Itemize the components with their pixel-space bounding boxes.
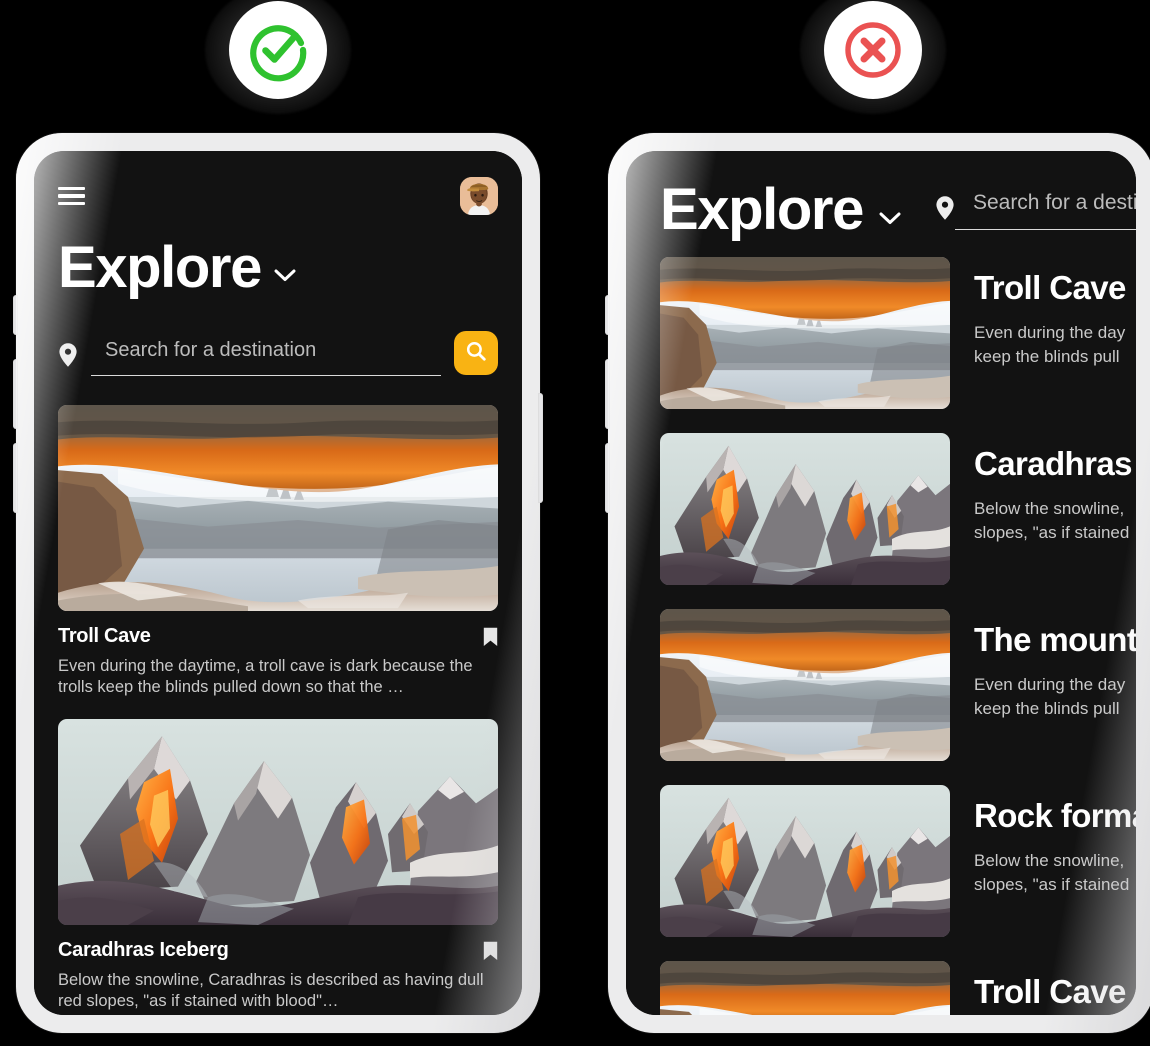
mountain-peaks-photo	[660, 785, 950, 937]
destination-row[interactable]: Caradhras Below the snowline, slopes, "a…	[660, 433, 1136, 585]
row-description-line1: Even during the day	[974, 675, 1126, 694]
bad-phone-screen: Explore Search for a destination	[626, 151, 1136, 1015]
search-input[interactable]: Search for a destination	[954, 190, 1136, 230]
card-title: Troll Cave	[58, 625, 151, 647]
bad-phone-frame: Explore Search for a destination	[605, 133, 1150, 1033]
x-circle-icon	[840, 17, 906, 83]
badge-circle	[824, 1, 922, 99]
destination-row[interactable]: Rock forma Below the snowline, slopes, "…	[660, 785, 1136, 937]
destination-row-feed: Troll Cave Even during the day keep the …	[660, 257, 1136, 1015]
location-pin-icon	[58, 342, 78, 373]
row-title: Troll Cave	[974, 269, 1126, 306]
bad-header-row: Explore Search for a destination	[660, 181, 1136, 239]
search-icon	[465, 340, 487, 367]
row-title: The mount	[974, 621, 1136, 658]
canyon-arch-photo	[660, 609, 950, 761]
search-row: Search for a destination	[58, 331, 498, 383]
row-description-line2: keep the blinds pull	[974, 699, 1120, 719]
card-title: Caradhras Iceberg	[58, 938, 229, 961]
canyon-arch-photo	[660, 961, 950, 1015]
row-description-line1: Below the snowline,	[974, 851, 1125, 870]
avatar[interactable]	[460, 177, 498, 215]
card-description: Below the snowline, Caradhras is describ…	[58, 970, 484, 1011]
page-title-row[interactable]: Explore	[58, 239, 498, 297]
bookmark-icon[interactable]	[483, 941, 498, 966]
card-header: Caradhras Iceberg	[58, 939, 498, 966]
row-text: Troll Cave	[974, 961, 1136, 1011]
row-text: Caradhras Below the snowline, slopes, "a…	[974, 433, 1136, 545]
volume-down-button[interactable]	[605, 443, 610, 513]
error-badge	[789, 0, 957, 116]
app-topbar	[58, 177, 498, 215]
good-phone-screen: Explore Search for a destination Troll C…	[34, 151, 522, 1015]
bookmark-icon[interactable]	[483, 627, 498, 652]
power-button[interactable]	[538, 393, 543, 503]
row-description-line2: slopes, "as if stained	[974, 523, 1130, 543]
success-badge	[194, 0, 362, 116]
hamburger-menu-icon[interactable]	[58, 186, 85, 206]
page-title: Explore	[660, 177, 864, 242]
row-title: Troll Cave	[974, 973, 1126, 1010]
good-phone-frame: Explore Search for a destination Troll C…	[13, 133, 543, 1033]
comparison-stage: Explore Search for a destination Troll C…	[0, 0, 1150, 1046]
row-title: Caradhras	[974, 445, 1132, 482]
silent-switch[interactable]	[605, 295, 610, 335]
canyon-arch-photo	[58, 405, 498, 611]
destination-row[interactable]: Troll Cave Even during the day keep the …	[660, 257, 1136, 409]
mountain-peaks-photo	[58, 719, 498, 925]
destination-card[interactable]: Troll Cave Even during the daytime, a tr…	[58, 405, 498, 699]
row-title: Rock forma	[974, 797, 1136, 834]
card-description: Even during the daytime, a troll cave is…	[58, 657, 473, 697]
row-text: Troll Cave Even during the day keep the …	[974, 257, 1136, 369]
destination-row[interactable]: Troll Cave	[660, 961, 1136, 1015]
row-description-line2: keep the blinds pull	[974, 347, 1120, 367]
page-title: Explore	[58, 235, 262, 300]
chevron-down-icon[interactable]	[274, 269, 296, 287]
volume-up-button[interactable]	[605, 359, 610, 429]
chevron-down-icon[interactable]	[879, 212, 901, 230]
canyon-arch-photo	[660, 257, 950, 409]
card-header: Troll Cave	[58, 625, 498, 652]
search-placeholder: Search for a destination	[105, 338, 317, 361]
search-button[interactable]	[454, 331, 498, 375]
destination-feed: Troll Cave Even during the daytime, a tr…	[58, 405, 498, 1015]
explore-app-bad: Explore Search for a destination	[626, 151, 1136, 1015]
mountain-peaks-photo	[660, 433, 950, 585]
location-pin-icon	[935, 195, 955, 226]
row-description-line1: Below the snowline,	[974, 499, 1125, 518]
explore-app-good: Explore Search for a destination Troll C…	[34, 151, 522, 1015]
badge-circle	[229, 1, 327, 99]
volume-down-button[interactable]	[13, 443, 18, 513]
destination-row[interactable]: The mount Even during the day keep the b…	[660, 609, 1136, 761]
row-description-line2: slopes, "as if stained	[974, 875, 1130, 895]
search-input[interactable]: Search for a destination	[91, 339, 441, 376]
row-text: The mount Even during the day keep the b…	[974, 609, 1136, 721]
volume-up-button[interactable]	[13, 359, 18, 429]
row-description-line1: Even during the day	[974, 323, 1126, 342]
destination-card[interactable]: Caradhras Iceberg Below the snowline, Ca…	[58, 719, 498, 1013]
check-circle-icon	[245, 17, 311, 83]
row-text: Rock forma Below the snowline, slopes, "…	[974, 785, 1136, 897]
silent-switch[interactable]	[13, 295, 18, 335]
search-placeholder: Search for a destination	[972, 190, 1136, 214]
